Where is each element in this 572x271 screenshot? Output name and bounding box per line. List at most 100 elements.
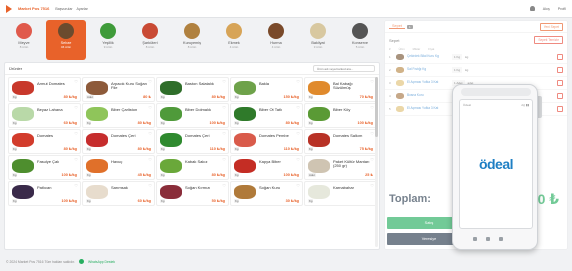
- heart-icon[interactable]: ♡: [74, 105, 78, 110]
- product-card[interactable]: Patlıcan ♡ Kg 100 ₺/kg: [8, 181, 81, 206]
- product-card[interactable]: Domates Çeri ♡ Kg 110 ₺/kg: [156, 129, 229, 154]
- top-link-profil[interactable]: Profil: [558, 7, 566, 11]
- product-card[interactable]: Armut Domates ♡ Kg 80 ₺/kg: [8, 77, 81, 102]
- top-link-akis[interactable]: Akış: [543, 7, 550, 11]
- product-price: 100 ₺/kg: [209, 121, 225, 125]
- product-price: 100 ₺/kg: [61, 173, 77, 177]
- product-image: [308, 185, 330, 199]
- heart-icon[interactable]: ♡: [296, 79, 300, 84]
- top-link-basvurular[interactable]: Başvurular: [55, 7, 72, 11]
- product-card[interactable]: Biber Köy ♡ Kg 100 ₺/kg: [304, 103, 377, 128]
- product-card[interactable]: Soğan Kırmızı ♡ Kg 50 ₺/kg: [156, 181, 229, 206]
- heart-icon[interactable]: ♡: [222, 157, 226, 162]
- product-unit-badge: Kg: [308, 95, 314, 99]
- product-search-input[interactable]: [313, 65, 375, 72]
- heart-icon[interactable]: ♡: [370, 157, 374, 162]
- heart-icon[interactable]: ♡: [148, 183, 152, 188]
- products-title: Ürünler: [9, 66, 23, 71]
- product-card[interactable]: Kapya Biber ♡ Kg 100 ₺/kg: [230, 155, 303, 180]
- product-card[interactable]: Sarımsak ♡ Kg 60 ₺/kg: [82, 181, 155, 206]
- heart-icon[interactable]: ♡: [222, 183, 226, 188]
- heart-icon[interactable]: ♡: [370, 131, 374, 136]
- heart-icon[interactable]: ♡: [296, 105, 300, 110]
- product-card[interactable]: Bal Kabağı Süzülmüş ♡ Kg 70 ₺/kg: [304, 77, 377, 102]
- heart-icon[interactable]: ♡: [296, 183, 300, 188]
- product-name: Soğan Kuru: [259, 185, 281, 190]
- category-image: [268, 23, 284, 39]
- pos-top-bar: [461, 88, 531, 96]
- product-card[interactable]: Paket Kültür Mantarı (250 gr) ♡ Adet 25 ₺: [304, 155, 377, 180]
- product-unit-badge: Kg: [12, 173, 18, 177]
- product-card[interactable]: Beyaz Lahana ♡ Kg 60 ₺/kg: [8, 103, 81, 128]
- scrollbar-thumb[interactable]: [375, 77, 378, 137]
- heart-icon[interactable]: ♡: [222, 79, 226, 84]
- pos-device: Ödeal Ağ ▮▮ ödeal: [452, 84, 538, 250]
- category-item[interactable]: Yeşillik 9 ürün: [88, 20, 128, 60]
- product-card[interactable]: Arpacık Kuru Soğan File ♡ Adet 80 ₺: [82, 77, 155, 102]
- heart-icon[interactable]: ♡: [222, 131, 226, 136]
- product-unit-badge: Kg: [12, 121, 18, 125]
- pos-menu-icon[interactable]: [499, 237, 503, 241]
- product-unit-badge: Kg: [160, 121, 166, 125]
- product-card[interactable]: Biber Dolmalık ♡ Kg 100 ₺/kg: [156, 103, 229, 128]
- product-price: 70 ₺/kg: [359, 95, 373, 99]
- product-card[interactable]: Kabak Sakız ♡ Kg 80 ₺/kg: [156, 155, 229, 180]
- category-image: [352, 23, 368, 39]
- category-item[interactable]: Bakliyat 3 ürün: [298, 20, 338, 60]
- product-price: 50 ₺/kg: [211, 199, 225, 203]
- product-price: 80 ₺/kg: [211, 95, 225, 99]
- product-card[interactable]: Domates Salkım ♡ Kg 75 ₺/kg: [304, 129, 377, 154]
- category-item[interactable]: Ekmek 4 ürün: [214, 20, 254, 60]
- heart-icon[interactable]: ♡: [74, 183, 78, 188]
- product-unit-badge: Adet: [308, 173, 316, 177]
- whatsapp-support-link[interactable]: WhatsApp Destek: [88, 260, 115, 264]
- product-card[interactable]: Domates Çeri ♡ Kg 80 ₺/kg: [82, 129, 155, 154]
- heart-icon[interactable]: ♡: [370, 79, 374, 84]
- product-unit-badge: Kg: [12, 95, 18, 99]
- product-price: 75 ₺/kg: [359, 147, 373, 151]
- category-item[interactable]: Şarküteri 8 ürün: [130, 20, 170, 60]
- category-count: 8 ürün: [145, 45, 155, 50]
- heart-icon[interactable]: ♡: [296, 157, 300, 162]
- category-item[interactable]: Hurma 4 ürün: [256, 20, 296, 60]
- product-image: [234, 133, 256, 147]
- heart-icon[interactable]: ♡: [148, 157, 152, 162]
- heart-icon[interactable]: ♡: [222, 105, 226, 110]
- product-card[interactable]: Karnabahar ♡ Kg: [304, 181, 377, 206]
- product-card[interactable]: Bakla ♡ Kg 150 ₺/kg: [230, 77, 303, 102]
- category-item[interactable]: Kuruyemiş 8 ürün: [172, 20, 212, 60]
- heart-icon[interactable]: ♡: [148, 105, 152, 110]
- heart-icon[interactable]: ♡: [74, 131, 78, 136]
- product-card[interactable]: Domates Pembe ♡ Kg 110 ₺/kg: [230, 129, 303, 154]
- product-card[interactable]: Baston Salatalık ♡ Kg 80 ₺/kg: [156, 77, 229, 102]
- bell-icon[interactable]: [529, 6, 535, 11]
- heart-icon[interactable]: ♡: [74, 79, 78, 84]
- heart-icon[interactable]: ♡: [148, 131, 152, 136]
- product-image: [160, 159, 182, 173]
- category-item[interactable]: Meyve 8 ürün: [4, 20, 44, 60]
- heart-icon[interactable]: ♡: [296, 131, 300, 136]
- products-scrollbar[interactable]: [375, 77, 378, 247]
- whatsapp-icon[interactable]: [78, 259, 84, 264]
- category-item-active[interactable]: Sebze 46 ürün: [46, 20, 86, 60]
- heart-icon[interactable]: ♡: [148, 79, 152, 84]
- product-name: Biber Çarliston: [111, 107, 138, 112]
- category-item[interactable]: Konserve 5 ürün: [340, 20, 380, 60]
- product-unit-badge: Kg: [160, 147, 166, 151]
- heart-icon[interactable]: ♡: [74, 157, 78, 162]
- heart-icon[interactable]: ♡: [370, 183, 374, 188]
- product-card[interactable]: Biber Ot Tatlı ♡ Kg 80 ₺/kg: [230, 103, 303, 128]
- product-image: [234, 185, 256, 199]
- product-price: 45 ₺/kg: [137, 173, 151, 177]
- heart-icon[interactable]: ♡: [370, 105, 374, 110]
- top-link-ayarlar[interactable]: Ayarlar: [77, 7, 88, 11]
- product-card[interactable]: Havuç ♡ Kg 45 ₺/kg: [82, 155, 155, 180]
- pos-home-icon[interactable]: [486, 237, 490, 241]
- product-card[interactable]: Fasulye Çalı ♡ Kg 100 ₺/kg: [8, 155, 81, 180]
- pos-logo: ödeal: [478, 156, 514, 172]
- store-name[interactable]: Market Pos 7516: [18, 6, 49, 11]
- product-card[interactable]: Domates ♡ Kg 80 ₺/kg: [8, 129, 81, 154]
- pos-back-icon[interactable]: [473, 237, 477, 241]
- product-card[interactable]: Soğan Kuru ♡ Kg 30 ₺/kg: [230, 181, 303, 206]
- product-card[interactable]: Biber Çarliston ♡ Kg 80 ₺/kg: [82, 103, 155, 128]
